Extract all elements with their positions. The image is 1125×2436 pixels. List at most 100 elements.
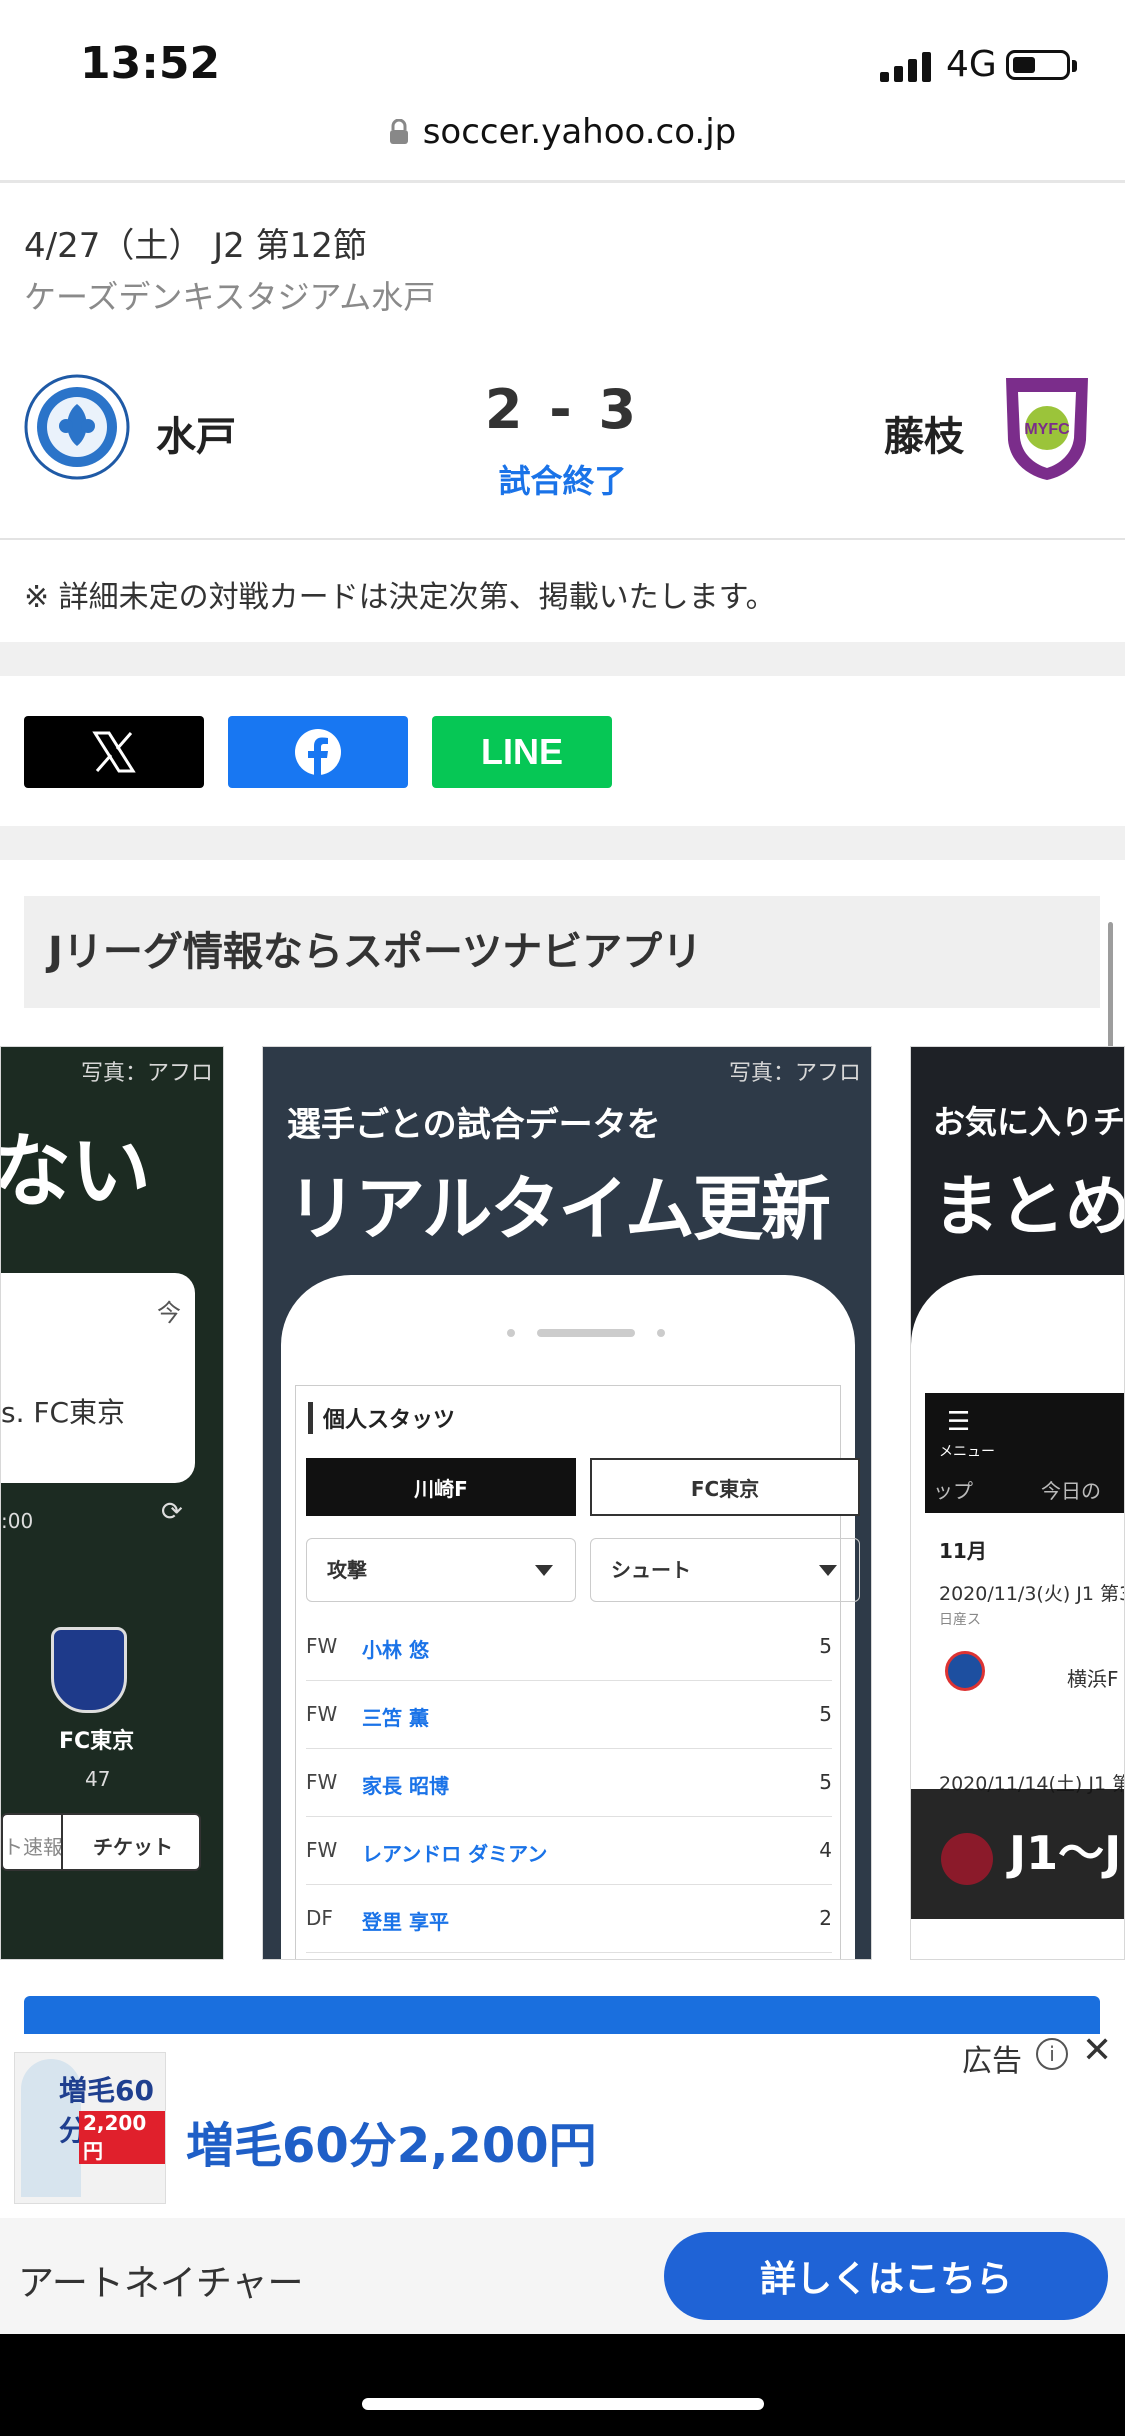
- phone-screen: 個人スタッツ 川崎F FC東京 攻撃 シュート FW 小林 悠5 FW 三笘 薫5 …: [295, 1385, 860, 1959]
- home-team-crest-icon: [24, 374, 130, 484]
- player-value: 5: [819, 1702, 832, 1726]
- tab-top: ップ: [933, 1479, 973, 1503]
- player-position: FW: [306, 1702, 338, 1726]
- sensor-dot: [657, 1329, 665, 1337]
- team-name: FC東京: [59, 1729, 135, 1754]
- share-line-button[interactable]: LINE: [432, 716, 612, 788]
- ad-thumbnail[interactable]: 増毛60分 2,200円: [14, 2052, 166, 2204]
- match-score: 2 - 3: [484, 378, 641, 441]
- stat-select: シュート: [590, 1538, 860, 1602]
- card-buttons: ト速報 チケット: [1, 1813, 201, 1871]
- menu-label: メニュー: [939, 1444, 995, 1460]
- address-bar[interactable]: soccer.yahoo.co.jp: [0, 112, 1125, 154]
- divider: [61, 1815, 63, 1869]
- player-name: 家長 昭博: [362, 1774, 449, 1798]
- month-label: 11月: [939, 1539, 987, 1563]
- ad-cta-button[interactable]: 詳しくはこちら: [664, 2232, 1108, 2320]
- match-venue: ケーズデンキスタジアム水戸: [24, 278, 436, 316]
- notification-card: 今 s. FC東京: [1, 1273, 195, 1483]
- team-crest-icon: [941, 1833, 993, 1885]
- player-name: 登里 享平: [362, 1910, 449, 1934]
- svg-text:MYFC: MYFC: [1024, 421, 1070, 438]
- promo-card-subheadline: 選手ごとの試合データを: [287, 1105, 661, 1145]
- promo-card-headline: まとめ: [933, 1168, 1125, 1245]
- x-logo-icon: [92, 731, 136, 773]
- notification-time: 今: [157, 1299, 181, 1327]
- match-clock: :00: [1, 1509, 34, 1533]
- url-text: soccer.yahoo.co.jp: [422, 112, 737, 152]
- team-name: 横浜F: [1067, 1667, 1119, 1691]
- divider: [0, 180, 1125, 183]
- camera-dot: [507, 1329, 515, 1337]
- facebook-icon: [295, 729, 341, 775]
- match-venue: 日産ス: [939, 1612, 981, 1628]
- stats-title: 個人スタッツ: [308, 1402, 455, 1434]
- team-crest-icon: [945, 1651, 985, 1691]
- bottom-bar: [0, 2334, 1125, 2436]
- promo-card[interactable]: お気に入りチ まとめ ☰ メニュー ップ 今日の 11月 2020/11/3(火…: [910, 1046, 1125, 1960]
- player-row: FW レアンドロ ダミアン 4: [306, 1816, 832, 1885]
- tab-today: 今日の: [1041, 1479, 1101, 1503]
- player-row: FW 家長 昭博 5: [306, 1748, 832, 1817]
- player-name: 小林 悠: [362, 1638, 429, 1662]
- speaker-pill: [537, 1329, 635, 1337]
- player-value: 4: [819, 1838, 832, 1862]
- banner-text: J1〜J: [1009, 1826, 1122, 1880]
- menu-icon: ☰: [947, 1407, 971, 1437]
- player-row: FW 三笘 薫 5: [306, 1680, 832, 1749]
- home-team-name[interactable]: 水戸: [156, 404, 236, 462]
- player-value: 5: [819, 1770, 832, 1794]
- refresh-icon: ⟳: [161, 1497, 183, 1527]
- section-gap: [0, 826, 1125, 860]
- photo-credit: 写真：アフロ: [80, 1061, 213, 1086]
- share-facebook-button[interactable]: [228, 716, 408, 788]
- divider: [0, 538, 1125, 540]
- player-name: レアンドロ ダミアン: [362, 1842, 548, 1866]
- promo-card[interactable]: 写真：アフロ 選手ごとの試合データを リアルタイム更新 個人スタッツ 川崎F F…: [262, 1046, 872, 1960]
- phone-mockup: 個人スタッツ 川崎F FC東京 攻撃 シュート FW 小林 悠5 FW 三笘 薫5 …: [281, 1275, 860, 1959]
- match-line: 2020/11/3(火) J1 第3: [939, 1583, 1125, 1605]
- chevron-down-icon: [535, 1565, 553, 1576]
- network-type: 4G: [946, 44, 997, 85]
- ad-label: 広告: [962, 2044, 1022, 2079]
- schedule-note: ※ 詳細未定の対戦カードは決定次第、掲載いたします。: [24, 580, 776, 615]
- status-time: 13:52: [80, 38, 221, 89]
- match-date: 4/27（土） J2 第12節: [24, 226, 367, 266]
- player-position: FW: [306, 1770, 338, 1794]
- home-indicator[interactable]: [362, 2398, 764, 2410]
- tab-away-team: FC東京: [590, 1458, 860, 1516]
- ad-headline[interactable]: 増毛60分2,200円: [186, 2106, 597, 2176]
- app-download-button[interactable]: [24, 1996, 1100, 2036]
- select-value: 攻撃: [327, 1558, 367, 1582]
- player-value: 2: [819, 1906, 832, 1930]
- chevron-down-icon: [819, 1565, 837, 1576]
- match-status[interactable]: 試合終了: [440, 456, 685, 502]
- battery-tip: [1072, 60, 1077, 72]
- promo-card-headline: リアルタイム更新: [287, 1168, 831, 1250]
- photo-credit: 写真：アフロ: [728, 1061, 861, 1086]
- player-row: DF 登里 享平 2: [306, 1884, 832, 1953]
- away-team-name[interactable]: 藤枝: [884, 404, 964, 462]
- away-team-crest-icon: MYFC: [996, 370, 1098, 486]
- player-value: 5: [819, 1634, 832, 1658]
- app-header: ☰ メニュー ップ 今日の: [925, 1393, 1124, 1513]
- signal-icon: [880, 52, 936, 86]
- team-crest-icon: [51, 1627, 127, 1713]
- close-icon[interactable]: ✕: [1082, 2030, 1112, 2071]
- tab-home-team: 川崎F: [306, 1458, 576, 1516]
- info-icon[interactable]: i: [1036, 2038, 1068, 2070]
- ticket-button: チケット: [93, 1835, 173, 1859]
- battery-icon: [1006, 50, 1070, 80]
- live-button: ト速報: [3, 1835, 63, 1859]
- share-x-button[interactable]: [24, 716, 204, 788]
- thumb-price: 2,200円: [79, 2111, 165, 2164]
- notification-text: s. FC東京: [1, 1396, 126, 1429]
- select-value: シュート: [611, 1558, 691, 1582]
- promo-card[interactable]: ない 写真：アフロ 今 s. FC東京 :00 ⟳ FC東京 47 ト速報 チケ…: [0, 1046, 224, 1960]
- player-row: FW 小林 悠 5: [306, 1612, 832, 1681]
- player-position: FW: [306, 1634, 338, 1658]
- team-value: 47: [85, 1767, 111, 1791]
- player-position: FW: [306, 1838, 338, 1862]
- ad-advertiser: アートネイチャー: [18, 2263, 304, 2304]
- promo-card-headline: ない: [0, 1125, 151, 1218]
